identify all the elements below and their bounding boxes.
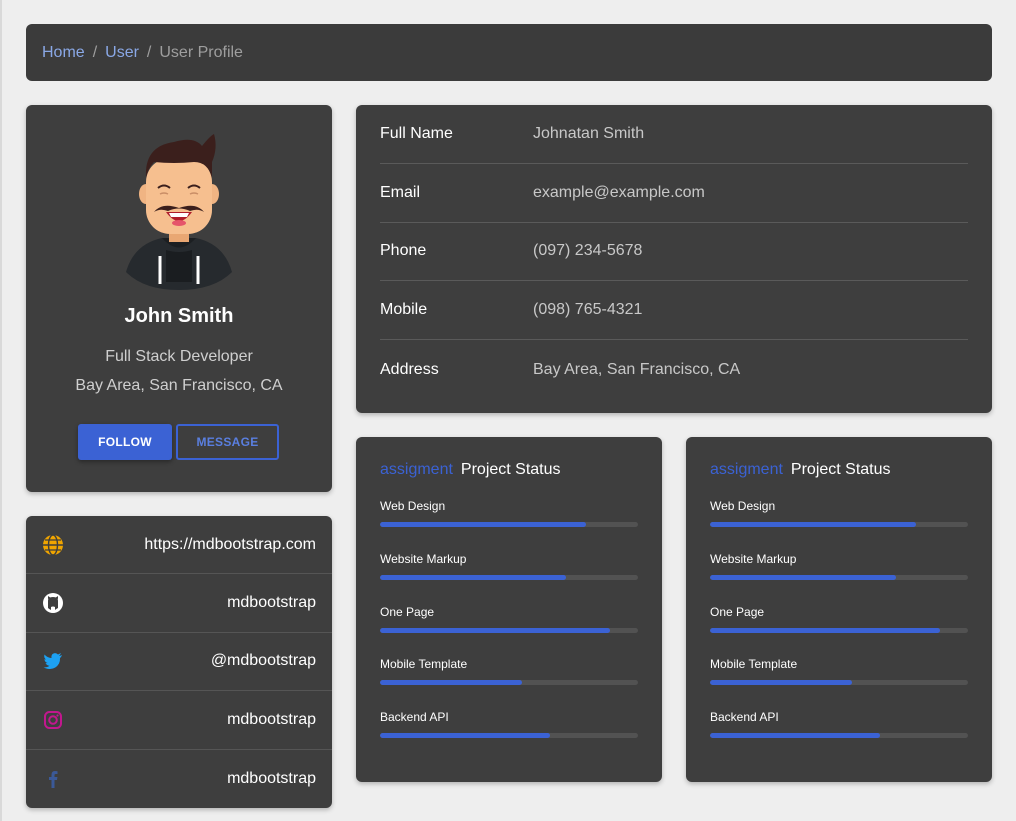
social-row-facebook[interactable]: mdbootstrap (26, 750, 332, 808)
twitter-icon (42, 650, 64, 672)
profile-role: Full Stack Developer (105, 348, 253, 365)
project-status-title: assigment Project Status (710, 461, 968, 481)
progress-bar (710, 733, 968, 739)
profile-info-card: Full Name Johnatan Smith Email example@e… (356, 105, 992, 413)
info-value: (098) 765-4321 (533, 301, 643, 319)
progress-fill (710, 574, 896, 580)
info-row-full-name: Full Name Johnatan Smith (380, 105, 968, 164)
progress-bar (710, 522, 968, 527)
project-status-title: assigment Project Status (380, 461, 638, 481)
info-value: Johnatan Smith (533, 124, 645, 142)
breadcrumb-home-link[interactable]: Home (42, 44, 85, 62)
progress-label: One Page (380, 604, 435, 619)
progress-item: Mobile Template (380, 657, 638, 710)
info-row-email: Email example@example.com (380, 164, 968, 223)
progress-bar (380, 522, 638, 527)
github-icon (42, 592, 64, 614)
progress-bar (380, 733, 638, 739)
info-label: Email (380, 183, 421, 201)
project-status-card: assigment Project Status Web Design Websi… (686, 437, 992, 782)
progress-label: Backend API (380, 710, 449, 725)
progress-fill (710, 522, 917, 527)
breadcrumb-separator: / (92, 43, 98, 61)
progress-label: Website Markup (710, 551, 797, 566)
progress-fill (380, 522, 587, 527)
message-button[interactable]: MESSAGE (176, 424, 279, 460)
progress-item: One Page (380, 605, 638, 658)
progress-fill (380, 680, 522, 686)
social-row-github[interactable]: mdbootstrap (26, 574, 332, 633)
progress-label: Web Design (380, 499, 446, 513)
avatar (126, 134, 232, 290)
progress-item: Website Markup (380, 552, 638, 605)
progress-bar (710, 627, 968, 633)
follow-button[interactable]: FOLLOW (78, 424, 172, 460)
info-value: example@example.com (533, 183, 705, 201)
progress-item: Website Markup (710, 552, 968, 605)
breadcrumb-current: User Profile (159, 43, 243, 61)
facebook-icon (42, 768, 64, 790)
profile-name: John Smith (124, 305, 234, 327)
social-github-value[interactable]: mdbootstrap (227, 594, 316, 612)
instagram-icon (42, 709, 64, 731)
project-status-heading: Project Status (790, 461, 891, 478)
info-value: Bay Area, San Francisco, CA (533, 360, 741, 378)
social-instagram-value[interactable]: mdbootstrap (227, 711, 316, 729)
globe-icon (42, 533, 64, 556)
profile-location: Bay Area, San Francisco, CA (75, 377, 283, 394)
breadcrumb-user-link[interactable]: User (105, 44, 139, 62)
social-row-website[interactable]: https://mdbootstrap.com (26, 516, 332, 575)
progress-label: Web Design (710, 499, 776, 513)
progress-bar (380, 627, 638, 633)
social-facebook-value[interactable]: mdbootstrap (227, 770, 316, 788)
progress-bar (380, 574, 638, 580)
progress-item: Web Design (710, 499, 968, 552)
social-row-instagram[interactable]: mdbootstrap (26, 691, 332, 750)
progress-label: Backend API (710, 710, 779, 725)
progress-fill (710, 733, 881, 739)
progress-fill (710, 680, 852, 686)
info-value: (097) 234-5678 (533, 242, 643, 260)
info-label: Full Name (380, 124, 453, 142)
project-status-heading: Project Status (460, 461, 561, 478)
progress-bar (380, 680, 638, 686)
progress-item: Mobile Template (710, 657, 968, 710)
progress-fill (380, 574, 566, 580)
progress-fill (380, 627, 610, 633)
info-label: Phone (380, 242, 427, 260)
progress-item: Backend API (380, 710, 638, 763)
breadcrumb-separator: / (146, 43, 152, 61)
info-row-mobile: Mobile (098) 765-4321 (380, 281, 968, 341)
social-twitter-value[interactable]: @mdbootstrap (211, 652, 316, 670)
progress-item: Backend API (710, 710, 968, 763)
breadcrumb: Home / User / User Profile (26, 24, 992, 81)
social-links-card: https://mdbootstrap.com mdbootstrap @mdb… (26, 516, 332, 808)
social-row-twitter[interactable]: @mdbootstrap (26, 633, 332, 692)
social-website-value[interactable]: https://mdbootstrap.com (144, 536, 316, 554)
progress-label: Mobile Template (380, 657, 468, 672)
progress-bar (710, 574, 968, 580)
info-row-phone: Phone (097) 234-5678 (380, 223, 968, 282)
progress-bar (710, 680, 968, 686)
progress-fill (710, 627, 940, 633)
progress-label: Website Markup (380, 551, 467, 566)
progress-item: One Page (710, 605, 968, 658)
progress-label: Mobile Template (710, 657, 798, 672)
info-label: Address (380, 360, 439, 378)
progress-fill (380, 733, 551, 739)
info-row-address: Address Bay Area, San Francisco, CA (380, 340, 968, 399)
progress-item: Web Design (380, 499, 638, 552)
project-status-accent: assigment (710, 461, 783, 478)
project-status-accent: assigment (380, 461, 453, 478)
info-label: Mobile (380, 301, 428, 319)
project-status-card: assigment Project Status Web Design Websi… (356, 437, 662, 782)
progress-label: One Page (710, 604, 765, 619)
